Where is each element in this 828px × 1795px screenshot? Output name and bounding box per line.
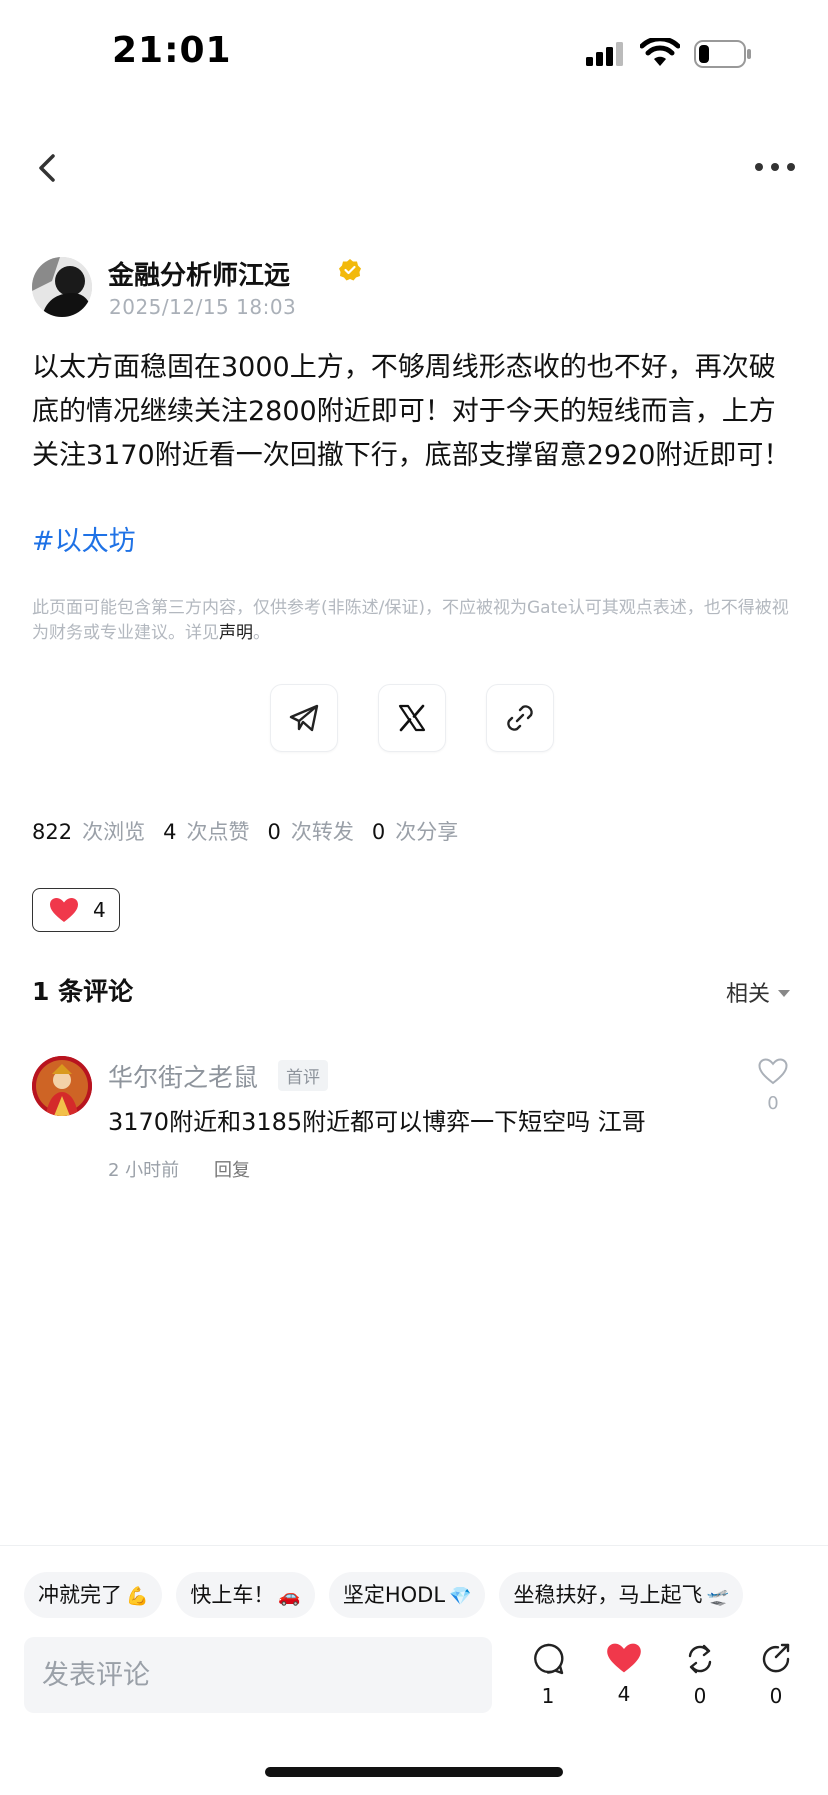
comment-bubble-icon: [534, 1643, 564, 1675]
post-stats: 822 次浏览 4 次点赞 0 次转发 0 次分享: [32, 816, 476, 846]
chip-label: 坐稳扶好，马上起飞: [513, 1583, 703, 1607]
quick-reply-chips: 冲就完了 💪 快上车！ 🚗 坚定HODL 💎 坐稳扶好，马上起飞 🛫: [24, 1572, 828, 1618]
comment-input[interactable]: [24, 1637, 492, 1713]
chip-label: 坚定HODL: [342, 1583, 446, 1607]
share-row: [270, 684, 560, 754]
flexed-biceps-icon: 💪: [126, 1586, 149, 1607]
share-x-button[interactable]: [378, 684, 446, 752]
disclaimer: 此页面可能包含第三方内容，仅供参考(非陈述/保证)，不应被视为Gate认可其观点…: [32, 596, 792, 646]
caret-down-icon: [778, 989, 790, 997]
home-indicator: [265, 1767, 563, 1777]
comment-action[interactable]: 1: [518, 1642, 578, 1708]
repost-action[interactable]: 0: [670, 1642, 730, 1708]
first-comment-badge: 首评: [278, 1060, 328, 1091]
comments-title: 1 条评论: [32, 977, 134, 1006]
share-telegram-button[interactable]: [270, 684, 338, 752]
car-icon: 🚗: [278, 1586, 301, 1607]
airplane-departure-icon: 🛫: [706, 1586, 729, 1607]
back-icon[interactable]: [28, 148, 68, 188]
like-action-count: 4: [617, 1682, 631, 1706]
comment-like[interactable]: 0: [756, 1058, 790, 1114]
sort-label: 相关: [725, 982, 770, 1007]
status-bar: 21:01: [0, 0, 828, 110]
reposts-count: 0: [267, 820, 281, 844]
share-arrow-icon: [762, 1643, 790, 1673]
comment-text: 3170附近和3185附近都可以博弈一下短空吗 江哥: [108, 1108, 646, 1136]
heart-icon: [50, 898, 78, 922]
likes-label: 次点赞: [186, 820, 250, 844]
chip-label: 快上车！: [190, 1583, 275, 1607]
bottom-divider: [0, 1545, 828, 1546]
top-nav: [0, 140, 828, 200]
x-logo-icon: [398, 704, 426, 732]
commenter-name[interactable]: 华尔街之老鼠: [108, 1058, 258, 1094]
comment-time: 2 小时前: [108, 1160, 180, 1181]
share-action-count: 0: [769, 1684, 783, 1708]
disclaimer-statement-link[interactable]: 声明: [219, 623, 253, 643]
author-name[interactable]: 金融分析师江远: [108, 255, 290, 292]
share-action[interactable]: 0: [746, 1642, 806, 1708]
heart-outline-icon[interactable]: [758, 1058, 788, 1085]
verified-badge-icon: [339, 259, 361, 281]
disclaimer-text: 此页面可能包含第三方内容，仅供参考(非陈述/保证)，不应被视为Gate认可其观点…: [32, 598, 789, 643]
more-options-icon[interactable]: [750, 152, 800, 182]
repost-icon: [688, 1644, 712, 1674]
quick-reply-chip[interactable]: 坚定HODL 💎: [328, 1572, 486, 1618]
author-avatar[interactable]: [32, 257, 92, 317]
bottom-action-bar: 1 4 0 0: [518, 1642, 818, 1722]
shares-count: 0: [371, 820, 386, 844]
quick-reply-chip[interactable]: 坐稳扶好，马上起飞 🛫: [499, 1572, 743, 1618]
comment-item: 华尔街之老鼠 首评 3170附近和3185附近都可以博弈一下短空吗 江哥 2 小…: [32, 1054, 802, 1184]
chip-label: 冲就完了: [38, 1583, 122, 1607]
post-date: 2025/12/15 18:03: [109, 295, 297, 319]
comment-action-count: 1: [541, 1684, 555, 1708]
comment-like-count: 0: [767, 1093, 779, 1114]
link-icon: [507, 705, 533, 731]
post-author: 金融分析师江远 2025/12/15 18:03: [32, 255, 812, 321]
repost-action-count: 0: [693, 1684, 707, 1708]
gem-icon: 💎: [449, 1586, 472, 1607]
telegram-icon: [289, 704, 319, 732]
heart-filled-icon: [607, 1643, 641, 1673]
shares-label: 次分享: [395, 820, 459, 844]
quick-reply-chip[interactable]: 快上车！ 🚗: [176, 1572, 315, 1618]
post-body: 以太方面稳固在3000上方，不够周线形态收的也不好，再次破底的情况继续关注280…: [32, 352, 791, 471]
battery-icon: [694, 40, 751, 68]
quick-reply-chip[interactable]: 冲就完了 💪: [24, 1572, 163, 1618]
status-time: 21:01: [112, 30, 232, 71]
like-action[interactable]: 4: [594, 1642, 654, 1706]
views-label: 次浏览: [82, 820, 146, 844]
disclaimer-end: 。: [253, 623, 270, 643]
copy-link-button[interactable]: [486, 684, 554, 752]
commenter-avatar[interactable]: [32, 1056, 92, 1116]
reposts-label: 次转发: [290, 820, 354, 844]
comment-sort-dropdown[interactable]: 相关: [726, 976, 790, 1008]
post-hashtag[interactable]: #以太坊: [32, 520, 136, 564]
heart-reaction-button[interactable]: 4: [32, 888, 120, 932]
comment-reply-button[interactable]: 回复: [214, 1156, 250, 1182]
cellular-signal-icon: [586, 42, 623, 66]
views-count: 822: [32, 820, 73, 844]
wifi-icon: [640, 38, 680, 66]
likes-count: 4: [163, 820, 177, 844]
heart-reaction-count: 4: [93, 898, 106, 922]
